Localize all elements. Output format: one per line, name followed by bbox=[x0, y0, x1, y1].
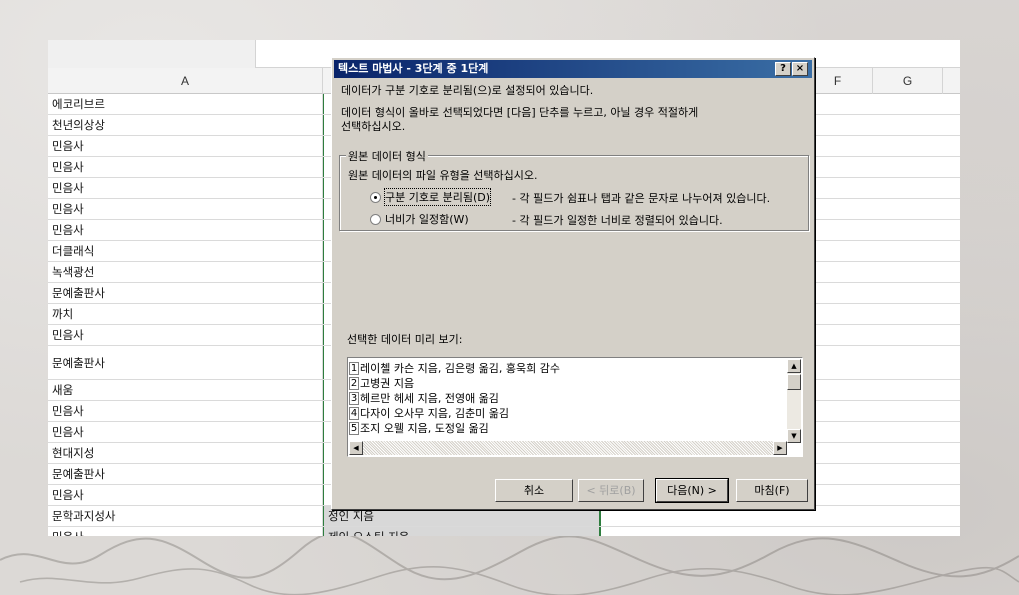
cell-a[interactable]: 민음사 bbox=[48, 325, 323, 345]
cell-a[interactable]: 현대지성 bbox=[48, 443, 323, 463]
cell-a[interactable]: 녹색광선 bbox=[48, 262, 323, 282]
cancel-button[interactable]: 취소 bbox=[495, 479, 573, 502]
cell-a[interactable]: 새움 bbox=[48, 380, 323, 400]
data-preview-box[interactable]: 1 레이첼 카슨 지음, 김은령 옮김, 홍욱희 감수 2 고병권 지음 3 헤르만 … bbox=[347, 357, 803, 457]
cell-a[interactable]: 까치 bbox=[48, 304, 323, 324]
cell-a[interactable]: 민음사 bbox=[48, 485, 323, 505]
fixed-width-description: - 각 필드가 일정한 너비로 정렬되어 있습니다. bbox=[512, 214, 723, 227]
preview-content: 1 레이첼 카슨 지음, 김은령 옮김, 홍욱희 감수 2 고병권 지음 3 헤르만 … bbox=[349, 359, 787, 443]
intro-text: 데이터가 구분 기호로 분리됨(으)로 설정되어 있습니다. bbox=[341, 84, 594, 97]
line-number: 5 bbox=[349, 421, 359, 435]
preview-line: 5 조지 오웰 지음, 도정일 옮김 bbox=[349, 421, 489, 435]
preview-line: 4 다자이 오사무 지음, 김춘미 옮김 bbox=[349, 406, 509, 420]
name-box[interactable] bbox=[48, 40, 256, 68]
preview-text: 다자이 오사무 지음, 김춘미 옮김 bbox=[360, 407, 510, 420]
cell-a[interactable]: 민음사 bbox=[48, 401, 323, 421]
cell-a[interactable]: 에코리브르 bbox=[48, 94, 323, 114]
cell-a[interactable]: 더클래식 bbox=[48, 241, 323, 261]
cell-a[interactable]: 문예출판사 bbox=[48, 464, 323, 484]
preview-text: 헤르만 헤세 지음, 전영애 옮김 bbox=[360, 392, 499, 405]
preview-label: 선택한 데이터 미리 보기: bbox=[347, 333, 463, 346]
cell-a[interactable]: 문예출판사 bbox=[48, 346, 323, 379]
source-data-format-group: 원본 데이터 형식 원본 데이터의 파일 유형을 선택하십시오. 구분 기호로 … bbox=[339, 148, 809, 231]
group-title: 원본 데이터 형식 bbox=[346, 148, 428, 164]
dialog-titlebar[interactable]: 텍스트 마법사 - 3단계 중 1단계 ? × bbox=[334, 60, 812, 78]
cell-a[interactable]: 문학과지성사 bbox=[48, 506, 323, 526]
instruction-text-line1: 데이터 형식이 올바로 선택되었다면 [다음] 단추를 누르고, 아닐 경우 적… bbox=[341, 106, 699, 119]
delimited-radio-label[interactable]: 구분 기호로 분리됨(D) bbox=[383, 188, 492, 206]
background-handwriting bbox=[0, 530, 1019, 595]
preview-vertical-scrollbar[interactable]: ▲ ▼ bbox=[787, 359, 801, 443]
scroll-right-arrow-icon[interactable]: ▶ bbox=[773, 441, 787, 455]
preview-text: 레이첼 카슨 지음, 김은령 옮김, 홍욱희 감수 bbox=[360, 362, 561, 375]
fixed-width-radio[interactable] bbox=[370, 213, 381, 225]
delimited-option[interactable]: 구분 기호로 분리됨(D) bbox=[370, 188, 492, 206]
preview-text: 고병권 지음 bbox=[360, 377, 415, 390]
instruction-text-line2: 선택하십시오. bbox=[341, 120, 406, 133]
preview-text: 조지 오웰 지음, 도정일 옮김 bbox=[360, 422, 489, 435]
line-number: 2 bbox=[349, 376, 359, 390]
cell-a[interactable]: 민음사 bbox=[48, 220, 323, 240]
preview-line: 3 헤르만 헤세 지음, 전영애 옮김 bbox=[349, 391, 499, 405]
close-button[interactable]: × bbox=[792, 62, 808, 76]
line-number: 1 bbox=[349, 361, 359, 375]
cell-a[interactable]: 문예출판사 bbox=[48, 283, 323, 303]
cell-a[interactable]: 민음사 bbox=[48, 422, 323, 442]
dialog-title: 텍스트 마법사 - 3단계 중 1단계 bbox=[338, 62, 489, 75]
line-number: 4 bbox=[349, 406, 359, 420]
cell-a[interactable]: 민음사 bbox=[48, 136, 323, 156]
preview-line: 2 고병권 지음 bbox=[349, 376, 414, 390]
cell-a[interactable]: 민음사 bbox=[48, 157, 323, 177]
scroll-thumb[interactable] bbox=[787, 374, 801, 390]
back-button[interactable]: < 뒤로(B) bbox=[578, 479, 644, 502]
scroll-left-arrow-icon[interactable]: ◀ bbox=[349, 441, 363, 455]
preview-line: 1 레이첼 카슨 지음, 김은령 옮김, 홍욱희 감수 bbox=[349, 361, 560, 375]
scroll-up-arrow-icon[interactable]: ▲ bbox=[787, 359, 801, 373]
fixed-width-option[interactable]: 너비가 일정함(W) bbox=[370, 211, 469, 227]
help-button[interactable]: ? bbox=[775, 62, 791, 76]
fixed-width-radio-label[interactable]: 너비가 일정함(W) bbox=[385, 211, 469, 227]
cell-a[interactable]: 민음사 bbox=[48, 199, 323, 219]
cell-b[interactable]: 제인 오스틴 지음 bbox=[323, 527, 601, 536]
next-button[interactable]: 다음(N) > bbox=[655, 478, 729, 503]
text-import-wizard-dialog: 텍스트 마법사 - 3단계 중 1단계 ? × 데이터가 구분 기호로 분리됨(… bbox=[331, 57, 815, 510]
line-number: 3 bbox=[349, 391, 359, 405]
preview-horizontal-scrollbar[interactable]: ◀ ▶ bbox=[349, 441, 787, 455]
delimited-radio[interactable] bbox=[370, 191, 381, 203]
table-row: 민음사제인 오스틴 지음 bbox=[48, 527, 960, 536]
group-prompt: 원본 데이터의 파일 유형을 선택하십시오. bbox=[348, 169, 538, 182]
delimited-description: - 각 필드가 쉼표나 탭과 같은 문자로 나누어져 있습니다. bbox=[512, 192, 771, 205]
column-header-g[interactable]: G bbox=[873, 68, 943, 94]
cell-a[interactable]: 천년의상상 bbox=[48, 115, 323, 135]
cell-a[interactable]: 민음사 bbox=[48, 527, 323, 536]
scroll-down-arrow-icon[interactable]: ▼ bbox=[787, 429, 801, 443]
column-header-a[interactable]: A bbox=[48, 68, 323, 94]
finish-button[interactable]: 마침(F) bbox=[736, 479, 808, 502]
cell-a[interactable]: 민음사 bbox=[48, 178, 323, 198]
